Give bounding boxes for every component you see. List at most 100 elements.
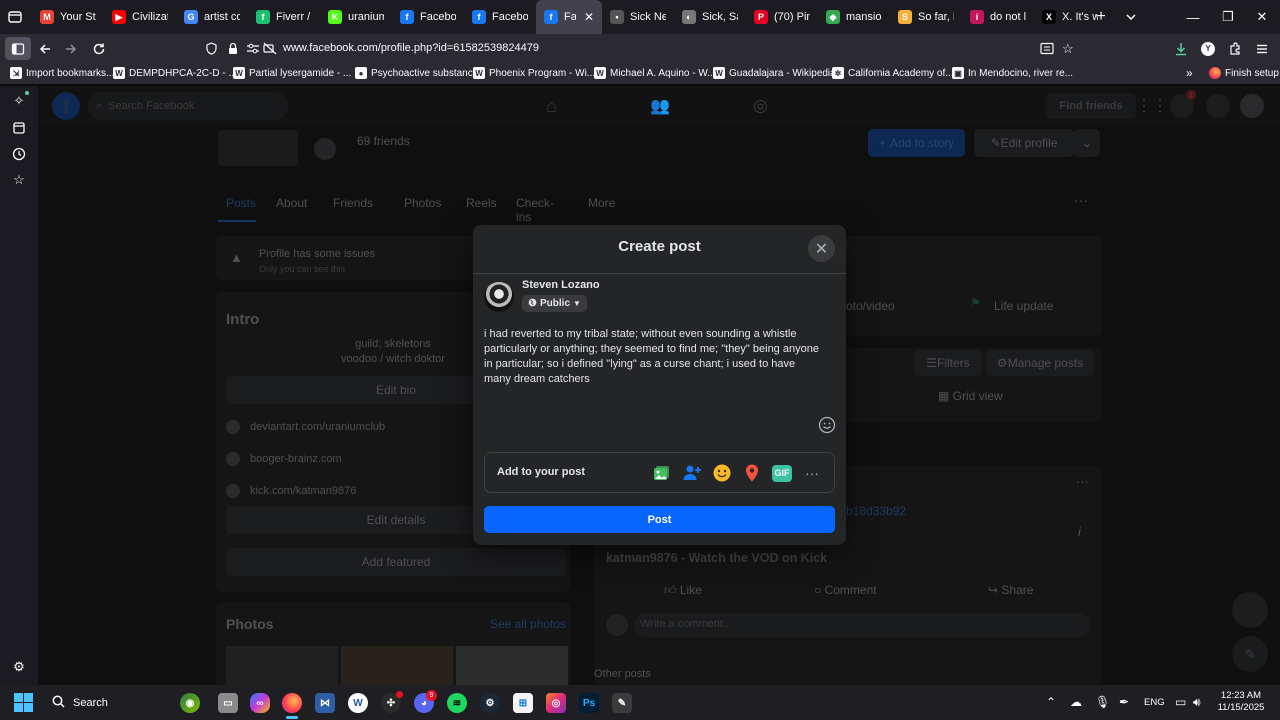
microsoft-store-icon[interactable]: ⊞ bbox=[513, 693, 533, 713]
browser-tab[interactable]: i do not lo bbox=[962, 0, 1034, 34]
browser-tab[interactable]: ◐ Sick, Sad bbox=[674, 0, 746, 34]
bookmark-star-icon[interactable]: ☆ bbox=[1062, 41, 1074, 57]
browser-tab[interactable]: f Facebook bbox=[392, 0, 464, 34]
close-icon[interactable]: ✕ bbox=[808, 235, 835, 262]
microphone-icon[interactable]: 🎙︎ bbox=[1095, 695, 1110, 709]
bookmark-item[interactable]: W Partial lysergamide - ... bbox=[233, 67, 351, 79]
browser-tab[interactable]: ▶ Civilization bbox=[104, 0, 176, 34]
shield-icon[interactable] bbox=[205, 42, 218, 60]
photo-thumbnail-2[interactable] bbox=[341, 646, 453, 685]
new-tab-button[interactable]: + bbox=[1092, 8, 1110, 26]
profile-tabs-more-icon[interactable]: ··· bbox=[1074, 192, 1088, 208]
taskbar-search[interactable]: Search bbox=[42, 690, 202, 715]
avatar[interactable] bbox=[484, 282, 514, 312]
groups-icon[interactable]: ◎ bbox=[753, 96, 768, 116]
url-text[interactable]: www.facebook.com/profile.php?id=61582539… bbox=[283, 42, 539, 54]
add-to-story-button[interactable]: + Add to story bbox=[868, 129, 965, 157]
word-like-icon[interactable]: W bbox=[348, 693, 368, 713]
bookmarks-overflow-icon[interactable]: » bbox=[1186, 66, 1193, 80]
search-facebook-input[interactable]: ⌕ Search Facebook bbox=[88, 92, 288, 120]
bookmark-item[interactable]: W Michael A. Aquino - W... bbox=[594, 67, 716, 79]
show-hidden-icons-chevron[interactable]: ⌃ bbox=[1046, 695, 1056, 709]
finish-setup-button[interactable]: Finish setup bbox=[1209, 67, 1279, 79]
profile-picture[interactable] bbox=[218, 130, 298, 166]
profile-more-chevron-icon[interactable]: ⌄ bbox=[1074, 129, 1100, 157]
like-button[interactable]: 👍︎ Like bbox=[664, 583, 702, 598]
browser-tab[interactable]: M Your Stea bbox=[32, 0, 104, 34]
home-icon[interactable]: ⌂ bbox=[546, 96, 557, 117]
volume-icon[interactable]: 🔊︎ bbox=[1193, 695, 1201, 710]
bookmark-item[interactable]: ⇲ Import bookmarks... bbox=[10, 67, 114, 79]
photo-video-button[interactable]: oto/video bbox=[846, 299, 895, 313]
onedrive-cloud-icon[interactable]: ☁ bbox=[1070, 695, 1082, 709]
maximize-button[interactable]: ❐ bbox=[1211, 0, 1245, 34]
tab-list-chevron-icon[interactable] bbox=[1122, 8, 1140, 26]
account-icon[interactable]: Y bbox=[1195, 34, 1221, 63]
browser-tab[interactable]: • Sick New bbox=[602, 0, 674, 34]
profile-tab[interactable]: Friends bbox=[333, 196, 373, 210]
spotify-icon[interactable]: ≋ bbox=[447, 693, 467, 713]
permissions-icon[interactable] bbox=[246, 42, 260, 60]
camera-off-icon[interactable] bbox=[263, 42, 277, 60]
see-all-photos-link[interactable]: See all photos bbox=[490, 617, 566, 631]
app-icon[interactable]: ✎ bbox=[612, 693, 632, 713]
browser-tab[interactable]: S So far, M bbox=[890, 0, 962, 34]
post-options-icon[interactable]: ··· bbox=[1076, 474, 1089, 489]
firefox-taskbar-icon[interactable] bbox=[282, 693, 302, 713]
widget-search-icon[interactable]: ◉ bbox=[180, 693, 200, 713]
tab-overview-icon[interactable] bbox=[6, 8, 24, 26]
bookmarks-star-icon[interactable]: ☆ bbox=[10, 171, 28, 189]
check-in-location-icon[interactable] bbox=[742, 463, 762, 483]
more-options-icon[interactable]: ··· bbox=[802, 463, 822, 483]
windows-start-icon[interactable] bbox=[14, 693, 33, 717]
info-icon[interactable]: i bbox=[1078, 524, 1081, 539]
close-window-button[interactable]: ✕ bbox=[1245, 0, 1279, 34]
sidebar-toggle-icon[interactable] bbox=[5, 37, 31, 60]
link-title[interactable]: katman9876 - Watch the VOD on Kick bbox=[606, 551, 827, 565]
copilot-icon[interactable]: ∞ bbox=[250, 693, 270, 713]
post-button[interactable]: Post bbox=[484, 506, 835, 533]
minimize-button[interactable]: — bbox=[1176, 0, 1210, 34]
photo-video-icon[interactable] bbox=[652, 463, 672, 483]
gif-icon[interactable]: GIF bbox=[772, 463, 792, 483]
synced-tabs-icon[interactable] bbox=[10, 119, 28, 137]
pen-icon[interactable]: ✒ bbox=[1119, 695, 1129, 709]
back-button[interactable] bbox=[32, 34, 58, 63]
notifications-bell-icon[interactable] bbox=[1206, 94, 1230, 118]
comment-button[interactable]: ○ Comment bbox=[814, 583, 877, 597]
bookmark-item[interactable]: ● Psychoactive substanc... bbox=[355, 67, 481, 79]
friends-count[interactable]: 69 friends bbox=[357, 134, 410, 148]
steam-icon[interactable]: ⚙ bbox=[480, 693, 500, 713]
user-name[interactable]: Steven Lozano bbox=[522, 279, 600, 291]
history-icon[interactable] bbox=[10, 145, 28, 163]
bookmark-item[interactable]: W Guadalajara - Wikipedia bbox=[713, 67, 836, 79]
browser-tab[interactable]: ◆ mansion bbox=[818, 0, 890, 34]
lock-icon[interactable] bbox=[227, 42, 239, 60]
profile-tab[interactable]: Posts bbox=[226, 196, 256, 210]
bookmark-item[interactable]: W Phoenix Program - Wi... bbox=[473, 67, 595, 79]
reader-view-icon[interactable] bbox=[1040, 42, 1054, 60]
downloads-icon[interactable] bbox=[1168, 34, 1194, 63]
reload-button[interactable] bbox=[86, 34, 112, 63]
visual-studio-icon[interactable]: ⋈ bbox=[315, 693, 335, 713]
bookmark-item[interactable]: ✲ California Academy of... bbox=[832, 67, 954, 79]
add-featured-button[interactable]: Add featured bbox=[226, 548, 566, 576]
filters-button[interactable]: ☰ Filters bbox=[914, 350, 982, 376]
link-snippet[interactable]: b18d33b92 bbox=[846, 504, 906, 518]
new-message-icon[interactable]: ✎ bbox=[1232, 636, 1268, 672]
audience-selector[interactable]: Public ▼ bbox=[522, 295, 587, 312]
browser-tab[interactable]: f Faceb ✕ bbox=[536, 0, 602, 34]
browser-tab[interactable]: f Fiverr / Se bbox=[248, 0, 320, 34]
browser-tab[interactable]: P (70) Pinte bbox=[746, 0, 818, 34]
camera-icon[interactable] bbox=[314, 138, 336, 160]
intro-link[interactable]: kick.com/katman9876 bbox=[226, 484, 356, 498]
find-friends-button[interactable]: Find friends bbox=[1046, 93, 1136, 119]
floating-avatar[interactable] bbox=[1232, 592, 1268, 628]
comment-input[interactable]: Write a comment... bbox=[634, 613, 1090, 637]
profile-tab[interactable]: More bbox=[588, 196, 615, 210]
extensions-icon[interactable] bbox=[1222, 34, 1248, 63]
system-clock[interactable]: 12:23 AM 11/15/2025 bbox=[1210, 690, 1272, 714]
url-bar[interactable]: www.facebook.com/profile.php?id=61582539… bbox=[200, 37, 1086, 60]
edit-profile-button[interactable]: ✎ Edit profile bbox=[974, 129, 1074, 157]
bookmark-item[interactable]: ▣ In Mendocino, river re... bbox=[952, 67, 1073, 79]
